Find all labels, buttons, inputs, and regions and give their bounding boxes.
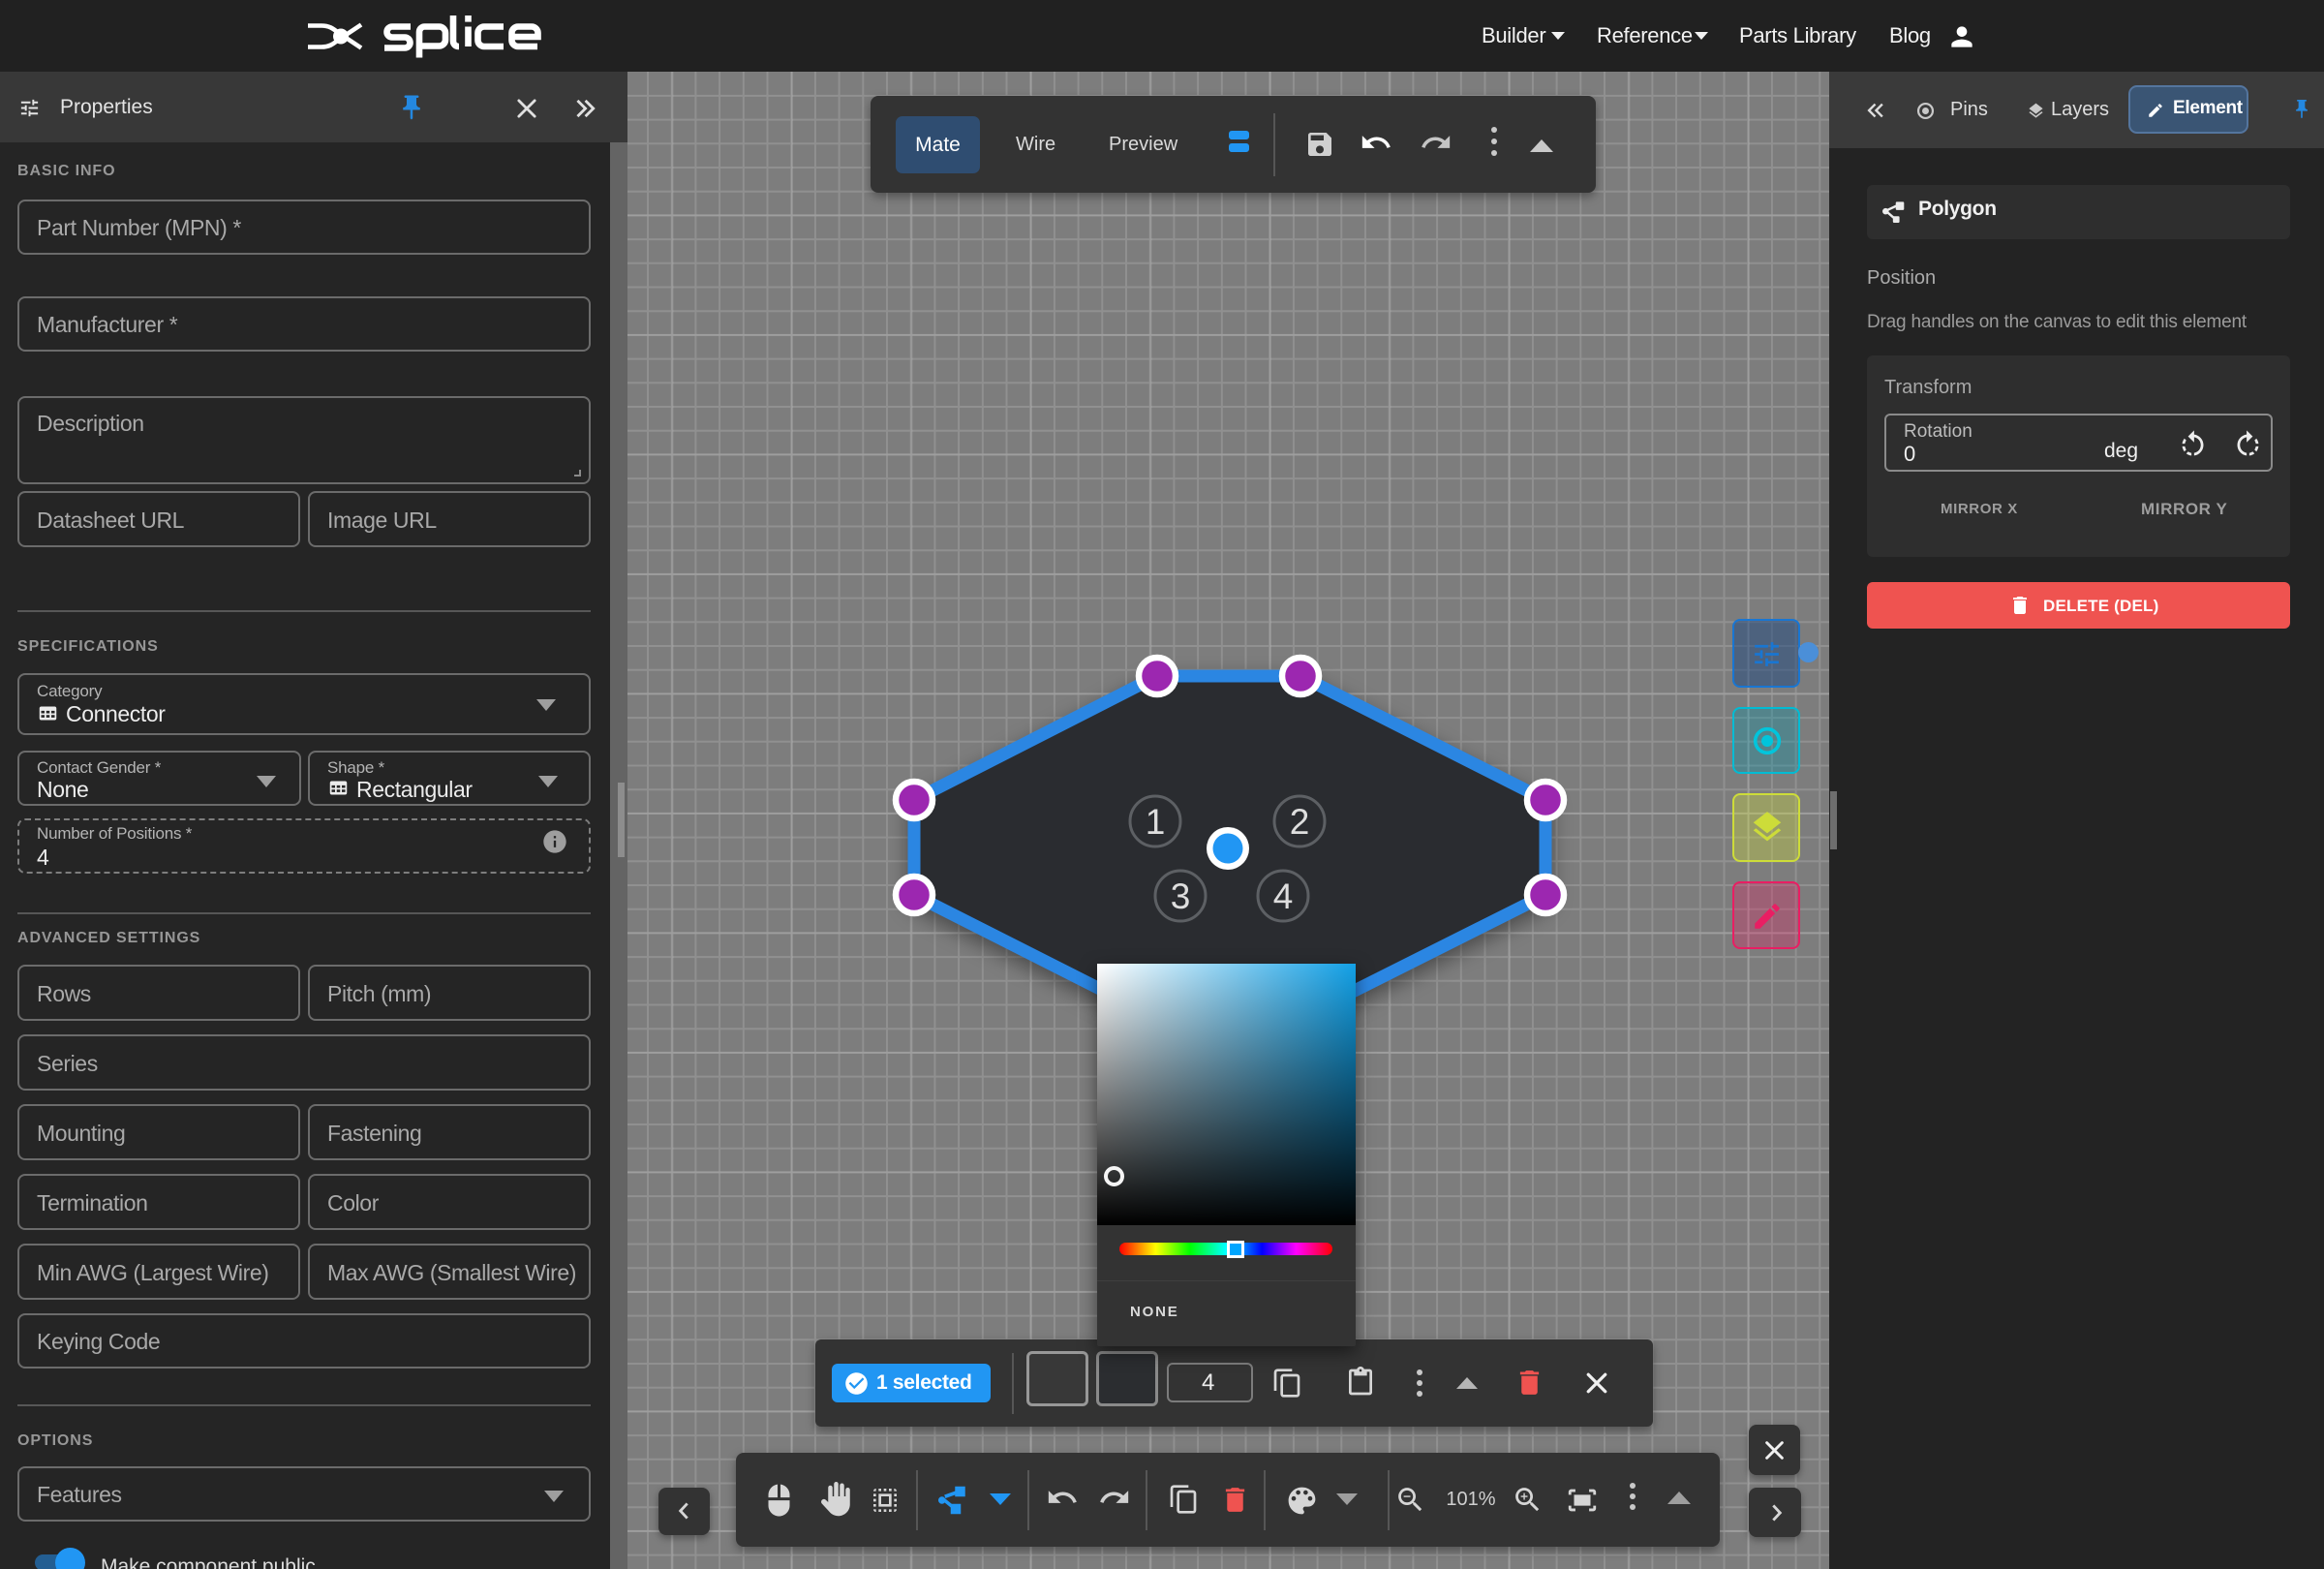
svg-text:2: 2	[1290, 802, 1310, 842]
svg-text:1: 1	[1146, 802, 1166, 842]
svg-text:3: 3	[1171, 877, 1191, 916]
svg-text:4: 4	[1273, 877, 1294, 916]
